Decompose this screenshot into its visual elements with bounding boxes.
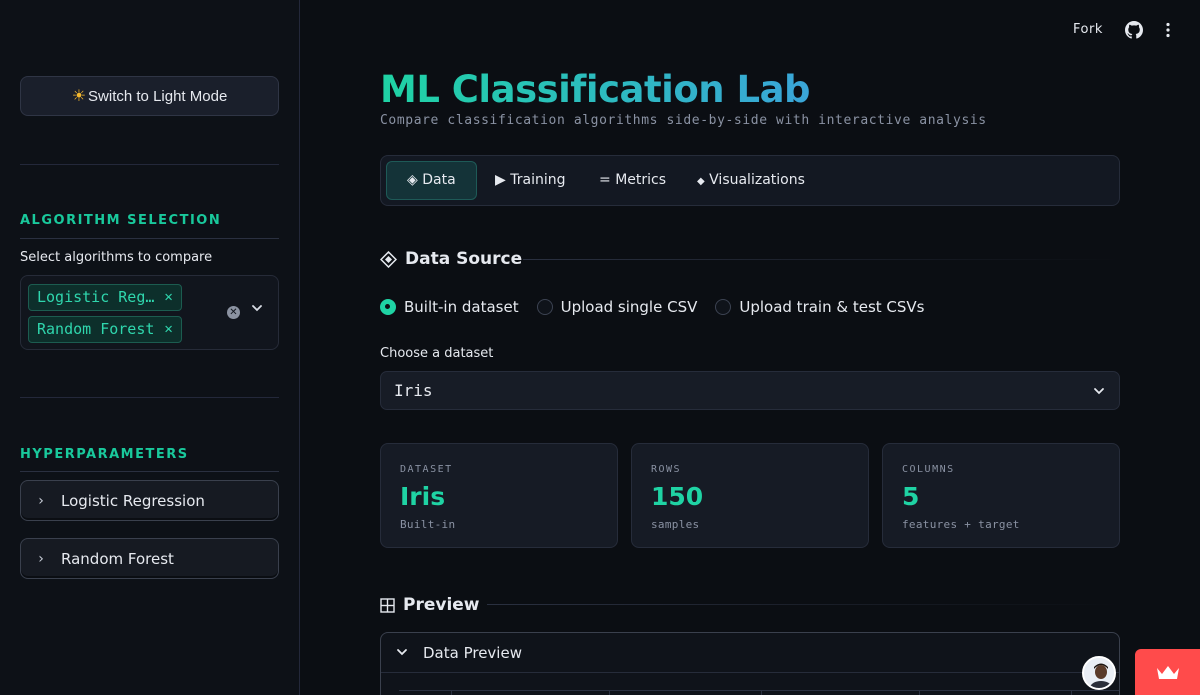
algorithm-multiselect[interactable]: Logistic Reg… ✕ Random Forest ✕ ✕ [20, 275, 279, 350]
github-icon[interactable] [1125, 21, 1143, 39]
metrics-icon: = [599, 172, 611, 188]
chevron-right-icon: › [38, 492, 44, 509]
sidebar-divider [20, 164, 279, 165]
expander-random-forest[interactable]: › Random Forest [20, 538, 279, 579]
streamlit-deploy-button[interactable] [1135, 649, 1200, 695]
card-label: ROWS [651, 464, 682, 475]
chevron-down-icon [397, 648, 407, 655]
sidebar: ☀ Switch to Light Mode ALGORITHM SELECTI… [0, 0, 300, 695]
tab-bar: ◈ Data ▶ Training = Metrics ◆ Visualizat… [380, 155, 1120, 206]
page-subtitle: Compare classification algorithms side-b… [380, 113, 987, 128]
remove-chip-icon[interactable]: ✕ [164, 317, 172, 342]
card-subtext: Built-in [400, 518, 456, 531]
tab-label: Visualizations [709, 172, 805, 188]
sun-icon: ☀ [71, 88, 87, 105]
remove-chip-icon[interactable]: ✕ [164, 285, 172, 310]
crown-icon [1156, 666, 1179, 679]
data-preview-expander[interactable]: Data Preview [380, 632, 1120, 695]
tab-label: Metrics [615, 172, 667, 188]
card-value: Iris [400, 482, 446, 511]
section-rule [20, 238, 279, 239]
expander-label: Data Preview [423, 643, 522, 662]
section-rule [523, 259, 1120, 260]
radio-unselected-icon [536, 299, 553, 315]
section-rule [487, 604, 1120, 605]
chip-label: Logistic Reg… [37, 288, 155, 306]
columns-card: COLUMNS 5 features + target [882, 443, 1120, 548]
preview-heading: Preview [380, 595, 480, 615]
data-tab-icon: ◈ [407, 172, 418, 188]
data-source-radio-group: Built-in dataset Upload single CSV Uploa… [380, 298, 924, 316]
play-icon: ▶ [495, 172, 506, 188]
rows-card: ROWS 150 samples [631, 443, 869, 548]
hyperparameters-heading: HYPERPARAMETERS [20, 447, 189, 462]
sidebar-divider [20, 397, 279, 398]
section-rule [20, 471, 279, 472]
algorithm-select-label: Select algorithms to compare [20, 250, 213, 265]
radio-label: Upload single CSV [560, 298, 698, 316]
chip-label: Random Forest [37, 320, 155, 338]
radio-label: Upload train & test CSVs [739, 298, 925, 316]
radio-label: Built-in dataset [404, 298, 519, 316]
radio-upload-train-test-csvs[interactable]: Upload train & test CSVs [715, 298, 924, 316]
chevron-down-icon [1094, 388, 1104, 395]
radio-selected-icon [380, 299, 396, 315]
tab-label: Training [510, 172, 566, 188]
fork-button[interactable]: Fork [1073, 22, 1103, 37]
grid-icon [380, 597, 395, 613]
kebab-menu-icon[interactable] [1162, 22, 1174, 38]
switch-theme-button[interactable]: ☀ Switch to Light Mode [20, 76, 279, 116]
card-subtext: samples [651, 518, 700, 531]
expander-header[interactable]: Data Preview [381, 633, 1119, 673]
algorithm-chip: Logistic Reg… ✕ [28, 284, 182, 311]
tab-training[interactable]: ▶ Training [483, 161, 577, 200]
dataset-card: DATASET Iris Built-in [380, 443, 618, 548]
diamond-icon [380, 250, 397, 268]
expander-logistic-regression[interactable]: › Logistic Regression [20, 480, 279, 521]
preview-table [399, 690, 1119, 695]
section-title: Preview [403, 595, 480, 615]
card-label: DATASET [400, 464, 453, 475]
radio-upload-single-csv[interactable]: Upload single CSV [536, 298, 698, 316]
clear-all-icon[interactable]: ✕ [227, 306, 240, 319]
tab-metrics[interactable]: = Metrics [587, 161, 678, 200]
card-value: 150 [651, 482, 704, 511]
dataset-select-label: Choose a dataset [380, 346, 494, 361]
diamond-icon: ◆ [697, 176, 705, 187]
chevron-down-icon[interactable] [251, 302, 263, 314]
switch-theme-label: Switch to Light Mode [88, 87, 228, 105]
card-value: 5 [902, 482, 920, 511]
expander-label: Random Forest [61, 549, 174, 568]
radio-builtin-dataset[interactable]: Built-in dataset [380, 298, 519, 316]
dataset-select[interactable]: Iris [380, 371, 1120, 410]
tab-label: Data [422, 172, 456, 188]
chevron-right-icon: › [38, 550, 44, 567]
radio-unselected-icon [715, 299, 732, 315]
avatar[interactable] [1082, 656, 1116, 690]
dataset-select-value: Iris [394, 381, 433, 400]
tab-visualizations[interactable]: ◆ Visualizations [685, 161, 817, 200]
page-title: ML Classification Lab [380, 68, 811, 111]
expander-label: Logistic Regression [61, 491, 205, 510]
section-title: Data Source [405, 249, 523, 269]
algorithm-chip: Random Forest ✕ [28, 316, 182, 343]
tab-data[interactable]: ◈ Data [386, 161, 477, 200]
data-source-heading: Data Source [380, 249, 522, 269]
card-label: COLUMNS [902, 464, 955, 475]
card-subtext: features + target [902, 518, 1020, 531]
algorithm-selection-heading: ALGORITHM SELECTION [20, 213, 222, 228]
